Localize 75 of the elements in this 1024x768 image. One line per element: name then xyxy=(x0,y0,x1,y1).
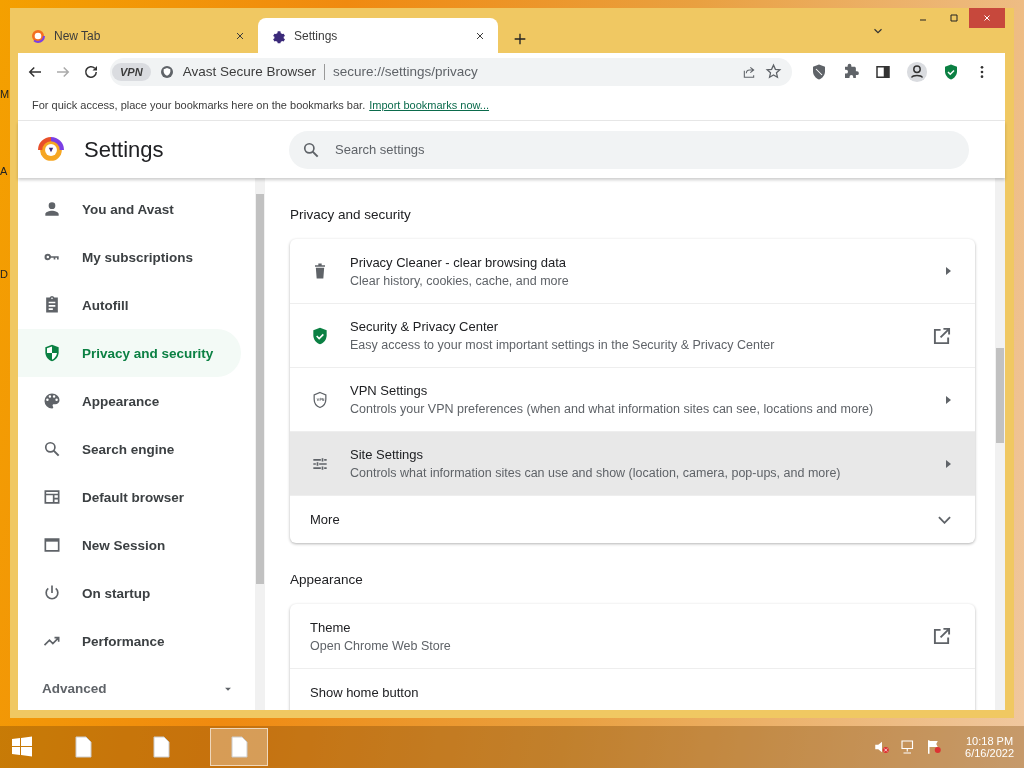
row-title: VPN Settings xyxy=(350,383,429,398)
desktop-icon-label: D xyxy=(0,268,8,280)
start-icon[interactable] xyxy=(10,735,34,759)
chevron-down-icon xyxy=(938,515,951,524)
row-description: Easy access to your most important settings in the Security & Privacy Center xyxy=(350,338,776,352)
scrollbar[interactable] xyxy=(995,178,1005,710)
row-description: Controls your VPN preferences (when and what information sites can see, locations and more) xyxy=(350,402,875,416)
clock-time: 10:18 PM xyxy=(966,735,1014,747)
vpn-toggle[interactable]: VPN xyxy=(112,62,151,81)
row-title: More xyxy=(310,512,341,527)
desktop-icon-label: A xyxy=(0,165,8,177)
tab-title: New Tab xyxy=(54,28,102,43)
sidebar-item[interactable]: Performance xyxy=(18,617,241,665)
external-link-icon xyxy=(933,326,951,345)
shield-check-icon[interactable] xyxy=(942,62,960,81)
settings-row[interactable]: Privacy Cleaner - clear browsing data Clear history, cookies, cache, and more xyxy=(290,239,975,303)
row-title: Privacy Cleaner - clear browsing data xyxy=(350,254,568,270)
settings-row[interactable]: Security & Privacy Center Easy access to your most important settings in the Security & Privacy Center xyxy=(290,303,975,367)
maximize-icon[interactable] xyxy=(947,12,960,24)
external-link-icon xyxy=(933,627,951,645)
row-description: Controls what information sites can use and show (location, camera, pop-ups, and more) xyxy=(350,466,842,480)
settings-row[interactable]: Theme Open Chrome Web Store xyxy=(290,604,975,668)
scrollbar[interactable] xyxy=(255,178,265,710)
row-description: Open Chrome Web Store xyxy=(310,638,452,653)
site-name: Avast Secure Browser xyxy=(182,64,316,79)
star-icon xyxy=(765,63,782,80)
settings-row[interactable]: More xyxy=(290,495,975,543)
palette-icon xyxy=(42,391,62,411)
sidebar-item[interactable]: On startup xyxy=(18,569,241,617)
desktop-icon-label: M xyxy=(0,88,10,100)
flag-icon[interactable] xyxy=(925,738,944,756)
row-title: Theme xyxy=(310,619,352,635)
address-bar[interactable]: VPN Avast Secure Browser secure://settings/privacy xyxy=(110,57,792,86)
row-description: Clear history, cookies, cache, and more xyxy=(350,273,570,288)
puzzle-icon[interactable] xyxy=(842,62,860,81)
browser-tab[interactable]: New Tab xyxy=(18,18,258,53)
browser-logo-icon xyxy=(38,136,64,163)
profile-icon[interactable] xyxy=(906,60,928,83)
import-bookmarks-link[interactable]: Import bookmarks now... xyxy=(369,99,490,111)
row-title: Security & Privacy Center xyxy=(350,319,500,334)
sidebar-item[interactable]: Appearance xyxy=(18,377,241,425)
browser-window-icon xyxy=(42,487,62,507)
advanced-section-toggle[interactable]: Advanced xyxy=(42,681,107,696)
window-icon xyxy=(42,535,62,555)
new-tab-icon[interactable] xyxy=(512,31,528,47)
caret-right-icon xyxy=(946,395,951,404)
section-heading: Privacy and security xyxy=(290,206,412,224)
sidebar-item[interactable]: You and Avast xyxy=(18,185,241,233)
caret-right-icon xyxy=(946,267,951,275)
url-text: secure://settings/privacy xyxy=(332,64,479,79)
clock-date: 6/16/2022 xyxy=(965,747,1014,759)
search-icon xyxy=(42,439,62,459)
browser-logo-icon xyxy=(30,27,46,44)
shield-icon xyxy=(42,343,62,363)
search-field[interactable]: Search settings xyxy=(289,130,969,169)
sidebar-item[interactable]: Search engine xyxy=(18,425,241,473)
settings-title: Settings xyxy=(84,136,165,163)
row-title: Site Settings xyxy=(350,447,424,462)
settings-row[interactable]: Show home button xyxy=(290,668,975,710)
caret-right-icon xyxy=(946,459,951,468)
sidebar-item[interactable]: Default browser xyxy=(18,473,241,521)
sidebar-item[interactable]: Privacy and security xyxy=(18,329,241,377)
section-heading: Appearance xyxy=(290,571,364,589)
bookmarks-bar-message: For quick access, place your bookmarks here on the bookmarks bar. xyxy=(32,99,366,111)
sidebar-item[interactable]: My subscriptions xyxy=(18,233,241,281)
shield-icon xyxy=(158,63,175,80)
sidebar-item[interactable]: Autofill xyxy=(18,281,241,329)
settings-row[interactable]: Site Settings Controls what information sites can use and show (location, camera, pop-ups, and more) xyxy=(290,431,975,495)
shield-badge-icon[interactable] xyxy=(810,62,828,81)
person-icon xyxy=(42,199,62,219)
shield-check-icon xyxy=(310,325,330,346)
sidebar-item[interactable]: New Session xyxy=(18,521,241,569)
tab-title: Settings xyxy=(294,28,339,43)
browser-tab[interactable]: Settings xyxy=(258,18,498,53)
row-title: Show home button xyxy=(310,685,420,700)
